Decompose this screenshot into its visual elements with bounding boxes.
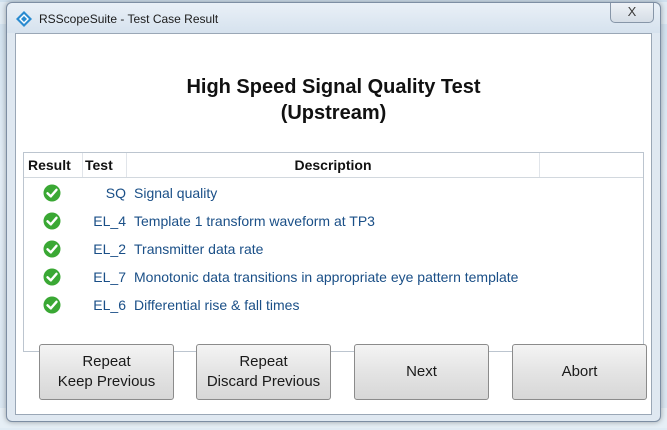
repeat-keep-previous-button[interactable]: Repeat Keep Previous xyxy=(39,344,174,400)
test-description: Template 1 transform waveform at TP3 xyxy=(134,213,375,229)
column-header-result[interactable]: Result xyxy=(28,153,80,177)
title-bar[interactable]: RSScopeSuite - Test Case Result X xyxy=(7,3,660,33)
abort-button[interactable]: Abort xyxy=(512,344,647,400)
next-button[interactable]: Next xyxy=(354,344,489,400)
test-id: EL_4 xyxy=(93,213,126,229)
table-row[interactable]: EL_4 Template 1 transform waveform at TP… xyxy=(24,207,643,235)
table-header: Result Test Description xyxy=(24,153,643,178)
window-title: RSScopeSuite - Test Case Result xyxy=(39,12,219,26)
test-id: EL_6 xyxy=(93,297,126,313)
test-description: Differential rise & fall times xyxy=(134,297,300,313)
button-label-line1: Repeat xyxy=(82,353,131,370)
table-row[interactable]: EL_7 Monotonic data transitions in appro… xyxy=(24,263,643,291)
check-icon xyxy=(43,240,61,258)
button-label-line2: Keep Previous xyxy=(57,373,156,390)
rsscopesuite-app-icon xyxy=(16,11,32,27)
column-header-test[interactable]: Test xyxy=(82,153,125,177)
test-description: Signal quality xyxy=(134,185,218,201)
close-icon: X xyxy=(627,4,637,19)
page-title: High Speed Signal Quality Test (Upstream… xyxy=(16,74,651,126)
button-label-line1: Repeat xyxy=(239,353,288,370)
dialog-window: RSScopeSuite - Test Case Result X High S… xyxy=(6,2,661,422)
check-icon xyxy=(43,296,61,314)
title-line-1: High Speed Signal Quality Test xyxy=(186,76,481,98)
test-id: EL_7 xyxy=(93,269,126,285)
check-icon xyxy=(43,212,61,230)
title-line-2: (Upstream) xyxy=(280,102,387,124)
table-row[interactable]: EL_2 Transmitter data rate xyxy=(24,235,643,263)
test-id: EL_2 xyxy=(93,241,126,257)
close-button[interactable]: X xyxy=(610,3,654,23)
table-row[interactable]: EL_6 Differential rise & fall times xyxy=(24,291,643,319)
check-icon xyxy=(43,268,61,286)
button-label: Abort xyxy=(561,363,598,380)
table-row[interactable]: SQ Signal quality xyxy=(24,179,643,207)
test-id: SQ xyxy=(105,185,126,201)
test-description: Monotonic data transitions in appropriat… xyxy=(134,269,519,285)
results-table: Result Test Description SQ Signal qualit… xyxy=(23,152,644,352)
button-label: Next xyxy=(406,363,437,380)
check-icon xyxy=(43,184,61,202)
test-description: Transmitter data rate xyxy=(134,241,264,257)
repeat-discard-previous-button[interactable]: Repeat Discard Previous xyxy=(196,344,331,400)
column-header-description[interactable]: Description xyxy=(126,153,540,177)
button-label-line2: Discard Previous xyxy=(206,373,321,390)
